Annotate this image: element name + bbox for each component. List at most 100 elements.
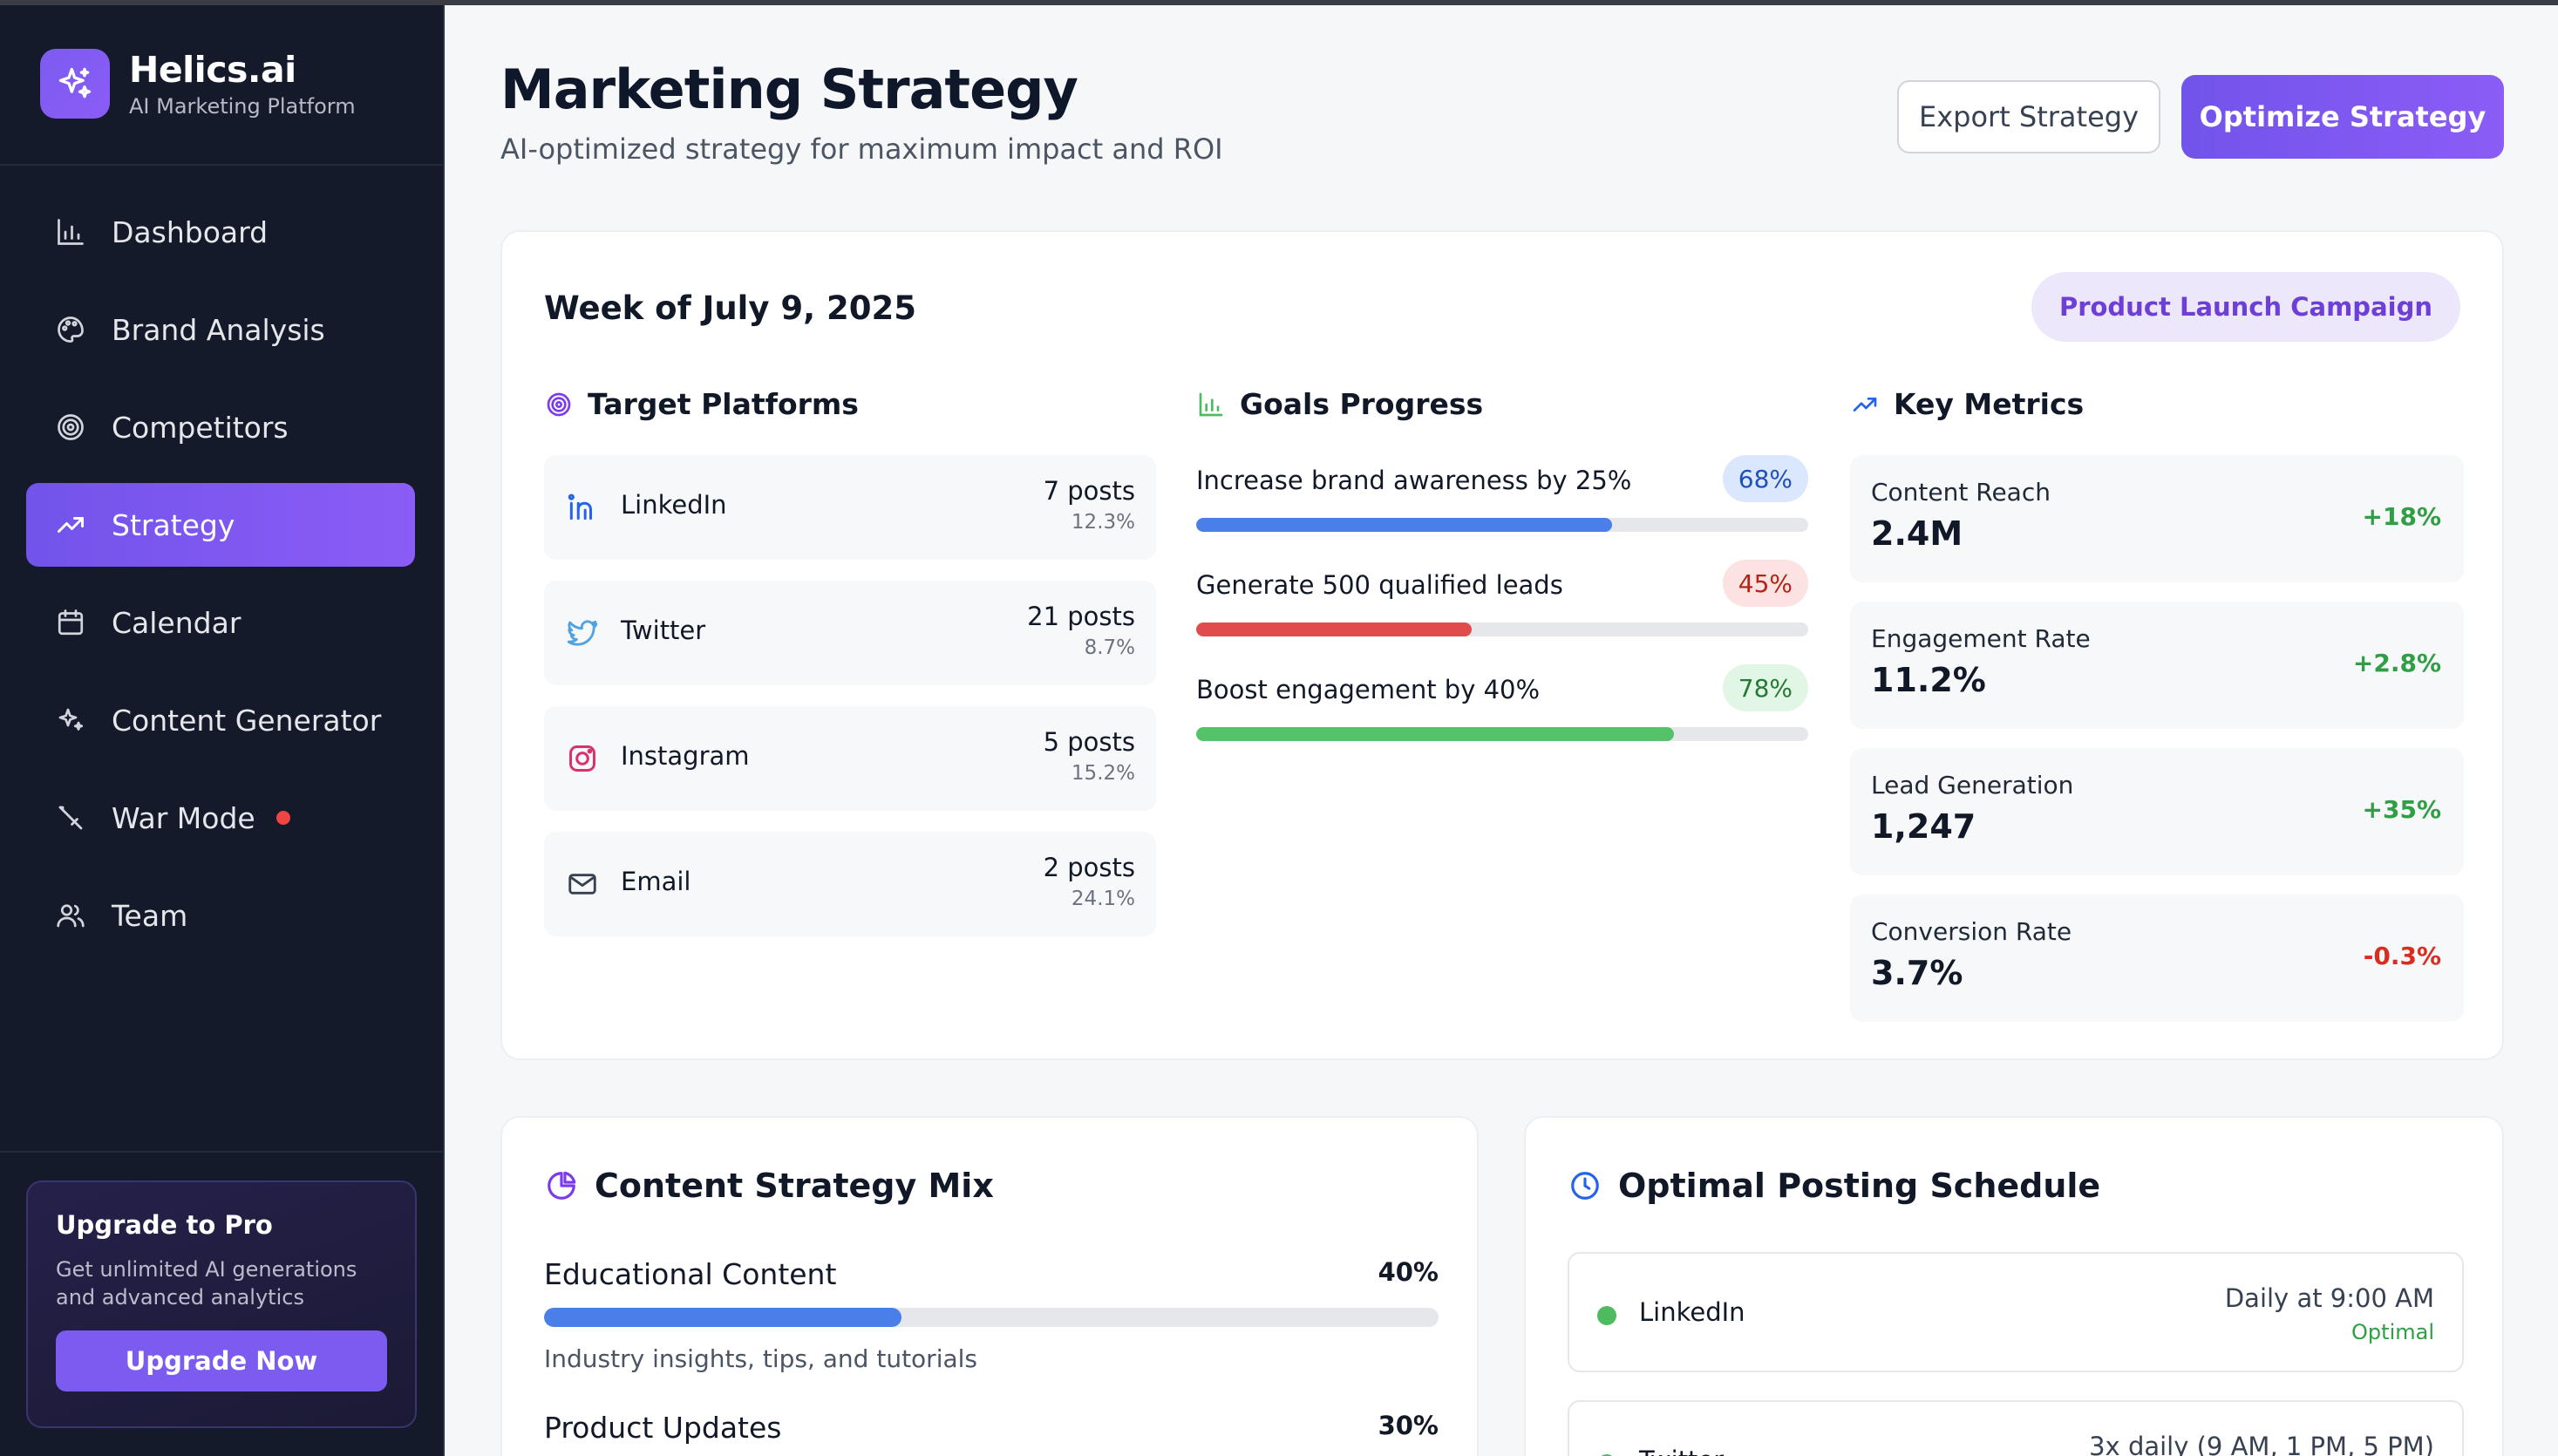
metric-delta: -0.3% xyxy=(2363,942,2441,970)
sidebar-item-dashboard[interactable]: Dashboard xyxy=(26,190,415,274)
platform-name: Email xyxy=(621,867,691,896)
platform-posts: 7 posts xyxy=(1043,476,1135,506)
sidebar-item-label: Content Generator xyxy=(112,703,382,738)
platform-posts: 5 posts xyxy=(1043,727,1135,757)
platform-row-instagram[interactable]: Instagram 5 posts 15.2% xyxy=(544,706,1156,811)
metric-delta: +18% xyxy=(2362,502,2441,531)
goal-progress-fill xyxy=(1196,727,1674,741)
brand-subtitle: AI Marketing Platform xyxy=(129,94,356,119)
platform-name: Twitter xyxy=(621,616,706,645)
sparkles-icon xyxy=(54,704,87,737)
metric-value: 3.7% xyxy=(1871,954,1963,992)
twitter-icon xyxy=(565,616,600,650)
platform-row-email[interactable]: Email 2 posts 24.1% xyxy=(544,832,1156,936)
upgrade-now-button[interactable]: Upgrade Now xyxy=(56,1330,387,1391)
target-platforms-heading: Target Platforms xyxy=(544,387,859,421)
mix-percentage: 30% xyxy=(1378,1411,1439,1440)
sidebar-item-label: Calendar xyxy=(112,605,242,640)
page-title: Marketing Strategy xyxy=(500,58,1078,121)
metric-label: Lead Generation xyxy=(1871,771,2074,799)
target-icon xyxy=(544,390,574,419)
platform-percentage: 8.7% xyxy=(1084,636,1135,659)
sidebar-item-strategy[interactable]: Strategy xyxy=(26,483,415,567)
goal-progress-track xyxy=(1196,727,1808,741)
goals-progress-heading: Goals Progress xyxy=(1196,387,1483,421)
platform-name: LinkedIn xyxy=(621,490,727,520)
platform-percentage: 15.2% xyxy=(1071,762,1135,785)
section-label: Target Platforms xyxy=(588,387,859,421)
optimize-strategy-button[interactable]: Optimize Strategy xyxy=(2181,75,2504,159)
section-label: Goals Progress xyxy=(1240,387,1484,421)
goal-label: Increase brand awareness by 25% xyxy=(1196,466,1632,495)
sidebar-item-content-generator[interactable]: Content Generator xyxy=(26,678,415,762)
goal-progress-track xyxy=(1196,623,1808,636)
platform-name: Instagram xyxy=(621,741,750,771)
platform-row-twitter[interactable]: Twitter 21 posts 8.7% xyxy=(544,581,1156,685)
sidebar-item-calendar[interactable]: Calendar xyxy=(26,581,415,664)
sidebar-item-label: War Mode xyxy=(112,800,255,835)
goal-item: Increase brand awareness by 25% 68% xyxy=(1196,455,1808,551)
mail-icon xyxy=(565,867,600,901)
key-metrics-heading: Key Metrics xyxy=(1850,387,2084,421)
schedule-time: Daily at 9:00 AM xyxy=(2224,1283,2434,1313)
sidebar-item-label: Brand Analysis xyxy=(112,312,325,347)
metric-value: 11.2% xyxy=(1871,661,1986,699)
metric-card: Engagement Rate 11.2% +2.8% xyxy=(1850,602,2464,729)
export-strategy-button[interactable]: Export Strategy xyxy=(1897,80,2160,153)
goal-progress-fill xyxy=(1196,623,1472,636)
brand-header: Helics.ai AI Marketing Platform xyxy=(0,0,443,166)
mix-label: Product Updates xyxy=(544,1411,782,1445)
palette-icon xyxy=(54,313,87,346)
optimal-posting-schedule-card: Optimal Posting Schedule LinkedIn Daily … xyxy=(1524,1116,2504,1456)
metric-card: Content Reach 2.4M +18% xyxy=(1850,455,2464,582)
window-top-edge xyxy=(0,0,2558,5)
goal-item: Generate 500 qualified leads 45% xyxy=(1196,560,1808,656)
sidebar: Helics.ai AI Marketing Platform Dashboar… xyxy=(0,0,445,1456)
sidebar-item-competitors[interactable]: Competitors xyxy=(26,385,415,469)
campaign-badge[interactable]: Product Launch Campaign xyxy=(2031,272,2460,342)
sidebar-item-label: Strategy xyxy=(112,507,235,542)
pie-chart-icon xyxy=(544,1168,579,1203)
goal-label: Generate 500 qualified leads xyxy=(1196,570,1563,600)
sidebar-item-brand-analysis[interactable]: Brand Analysis xyxy=(26,288,415,371)
schedule-platform: LinkedIn xyxy=(1639,1297,1745,1327)
schedule-optimal-tag: Optimal xyxy=(2351,1320,2434,1344)
sidebar-item-label: Team xyxy=(112,898,188,933)
trending-up-icon xyxy=(54,508,87,541)
platform-posts: 21 posts xyxy=(1027,602,1135,631)
metric-label: Content Reach xyxy=(1871,478,2051,507)
schedule-row-linkedin[interactable]: LinkedIn Daily at 9:00 AM Optimal xyxy=(1568,1252,2464,1372)
schedule-row-twitter[interactable]: Twitter 3x daily (9 AM, 1 PM, 5 PM) xyxy=(1568,1400,2464,1456)
metric-value: 2.4M xyxy=(1871,514,1963,553)
section-title: Optimal Posting Schedule xyxy=(1618,1167,2101,1205)
platform-row-linkedin[interactable]: LinkedIn 7 posts 12.3% xyxy=(544,455,1156,560)
sidebar-item-war-mode[interactable]: War Mode xyxy=(26,776,415,860)
section-label: Key Metrics xyxy=(1894,387,2085,421)
sidebar-item-label: Competitors xyxy=(112,410,289,445)
sidebar-nav: Dashboard Brand Analysis Competitors Str… xyxy=(0,166,443,957)
metric-label: Engagement Rate xyxy=(1871,624,2091,653)
platform-percentage: 12.3% xyxy=(1071,511,1135,534)
main-content: Marketing Strategy AI-optimized strategy… xyxy=(446,0,2558,1456)
upgrade-card: Upgrade to Pro Get unlimited AI generati… xyxy=(26,1180,417,1428)
clock-icon xyxy=(1568,1168,1602,1203)
section-title: Content Strategy Mix xyxy=(595,1167,994,1205)
goal-label: Boost engagement by 40% xyxy=(1196,675,1541,704)
content-strategy-mix-heading: Content Strategy Mix xyxy=(544,1167,994,1205)
mix-progress-fill xyxy=(544,1308,902,1327)
sword-icon xyxy=(54,801,87,834)
mix-label: Educational Content xyxy=(544,1257,837,1291)
metric-delta: +2.8% xyxy=(2352,649,2441,677)
metric-card: Lead Generation 1,247 +35% xyxy=(1850,748,2464,875)
upgrade-description: Get unlimited AI generations and advance… xyxy=(56,1257,357,1310)
goal-item: Boost engagement by 40% 78% xyxy=(1196,664,1808,760)
schedule-time: 3x daily (9 AM, 1 PM, 5 PM) xyxy=(2089,1432,2434,1456)
posting-schedule-heading: Optimal Posting Schedule xyxy=(1568,1167,2100,1205)
metric-label: Conversion Rate xyxy=(1871,917,2072,946)
target-icon xyxy=(54,411,87,444)
sidebar-item-label: Dashboard xyxy=(112,214,269,249)
bar-chart-icon xyxy=(1196,390,1226,419)
sidebar-item-team[interactable]: Team xyxy=(26,874,415,957)
sparkles-logo-icon[interactable] xyxy=(40,49,110,119)
content-strategy-mix-card: Content Strategy Mix Educational Content… xyxy=(500,1116,1479,1456)
